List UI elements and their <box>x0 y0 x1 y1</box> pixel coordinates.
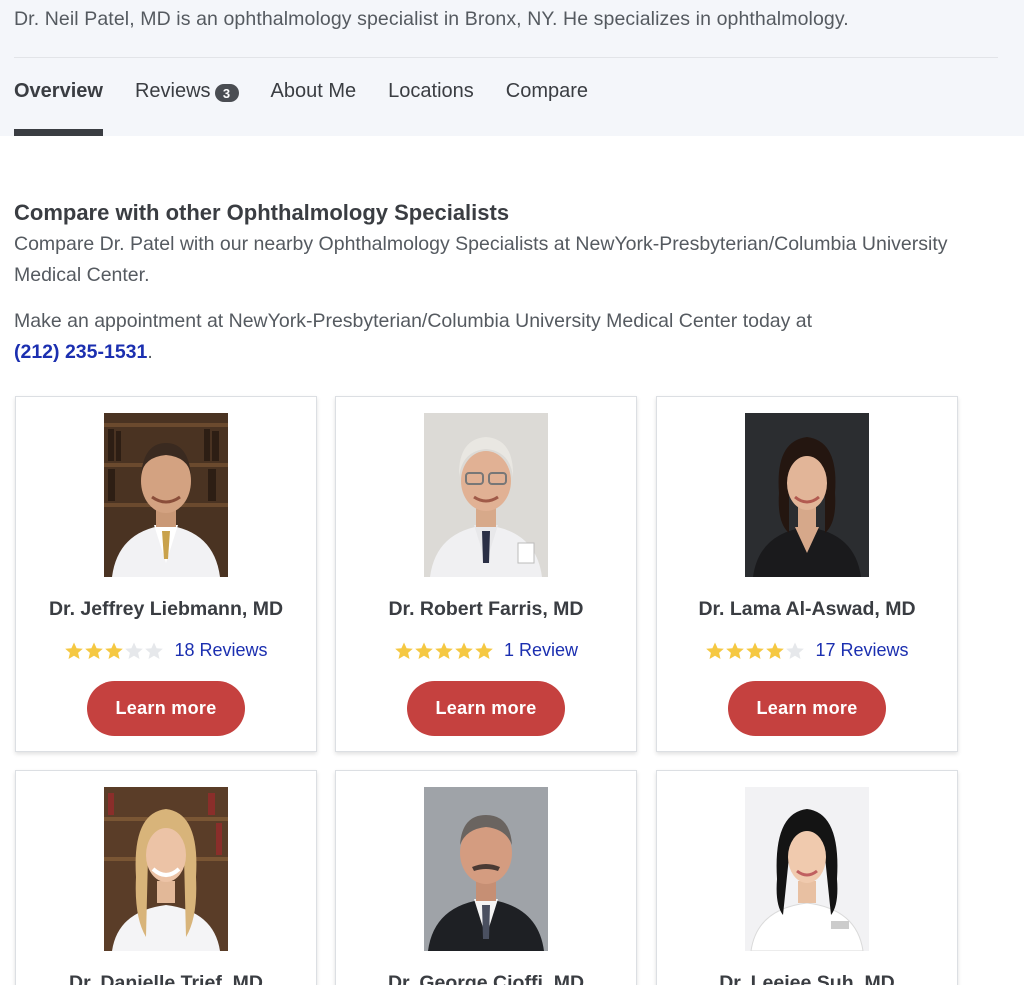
star-filled-icon <box>766 642 785 659</box>
appointment-prefix: Make an appointment at NewYork-Presbyter… <box>14 310 813 332</box>
doctor-card: Dr. Robert Farris, MD 1 Review Learn mor… <box>335 396 637 752</box>
star-filled-icon <box>415 642 433 659</box>
tab-overview-label: Overview <box>14 80 103 102</box>
learn-more-button[interactable]: Learn more <box>407 681 565 736</box>
doctor-photo <box>424 413 548 577</box>
doctor-intro-text: Dr. Neil Patel, MD is an ophthalmology s… <box>14 8 849 30</box>
doctor-name[interactable]: Dr. Jeffrey Liebmann, MD <box>16 598 316 621</box>
star-filled-icon <box>475 642 493 659</box>
doctor-rating: 1 Review <box>336 640 636 661</box>
doctor-photo <box>745 413 869 577</box>
star-filled-icon <box>726 642 745 659</box>
learn-more-button[interactable]: Learn more <box>728 681 886 736</box>
doctor-card: Dr. Danielle Trief, MD <box>15 770 317 985</box>
reviews-link[interactable]: 18 Reviews <box>174 640 267 661</box>
doctor-rating: 17 Reviews <box>657 640 957 661</box>
appointment-suffix: . <box>147 341 153 363</box>
doctor-photo <box>424 787 548 951</box>
tab-compare-label: Compare <box>505 80 589 102</box>
doctor-name[interactable]: Dr. Lama Al-Aswad, MD <box>657 598 957 621</box>
compare-section-title: Compare with other Ophthalmology Special… <box>14 200 510 225</box>
doctor-name[interactable]: Dr. Danielle Trief, MD <box>16 972 316 985</box>
learn-more-button[interactable]: Learn more <box>87 681 245 736</box>
doctor-card: Dr. Lama Al-Aswad, MD 17 Reviews Learn m… <box>656 396 958 752</box>
doctor-card: Dr. George Cioffi, MD <box>335 770 637 985</box>
reviews-link[interactable]: 17 Reviews <box>815 640 908 661</box>
star-filled-icon <box>455 642 473 659</box>
tab-compare[interactable]: Compare <box>506 80 588 136</box>
star-rating <box>394 641 494 661</box>
doctor-photo <box>104 413 228 577</box>
star-rating <box>64 641 164 661</box>
compare-description: Compare Dr. Patel with our nearby Ophtha… <box>14 233 948 286</box>
tab-reviews[interactable]: Reviews 3 <box>135 80 239 136</box>
star-filled-icon <box>706 642 725 659</box>
star-empty-icon <box>145 642 164 659</box>
doctor-photo <box>104 787 228 951</box>
star-filled-icon <box>395 642 413 659</box>
doctor-name[interactable]: Dr. Robert Farris, MD <box>336 598 636 621</box>
star-empty-icon <box>125 642 144 659</box>
doctor-card: Dr. Leejee Suh, MD <box>656 770 958 985</box>
header-divider <box>14 57 998 58</box>
star-filled-icon <box>85 642 104 659</box>
doctor-card: Dr. Jeffrey Liebmann, MD 18 Reviews Lear… <box>15 396 317 752</box>
doctor-rating: 18 Reviews <box>16 640 316 661</box>
tab-locations[interactable]: Locations <box>388 80 474 136</box>
tab-about-me[interactable]: About Me <box>271 80 357 136</box>
star-empty-icon <box>786 642 805 659</box>
star-filled-icon <box>65 642 84 659</box>
star-rating <box>705 641 805 661</box>
doctor-name[interactable]: Dr. George Cioffi, MD <box>336 972 636 985</box>
doctor-name[interactable]: Dr. Leejee Suh, MD <box>657 972 957 985</box>
tab-about-me-label: About Me <box>270 80 357 102</box>
reviews-link[interactable]: 1 Review <box>504 640 578 661</box>
star-filled-icon <box>435 642 453 659</box>
tab-locations-label: Locations <box>388 80 474 102</box>
reviews-count-badge: 3 <box>214 84 239 102</box>
star-filled-icon <box>746 642 765 659</box>
tab-reviews-label: Reviews <box>134 80 211 102</box>
tab-overview[interactable]: Overview <box>14 80 103 136</box>
doctor-photo <box>745 787 869 951</box>
profile-tabs: Overview Reviews 3 About Me Locations Com… <box>14 80 620 136</box>
appointment-text: Make an appointment at NewYork-Presbyter… <box>14 306 1014 368</box>
star-filled-icon <box>105 642 124 659</box>
phone-link[interactable]: (212) 235-1531 <box>14 341 147 363</box>
